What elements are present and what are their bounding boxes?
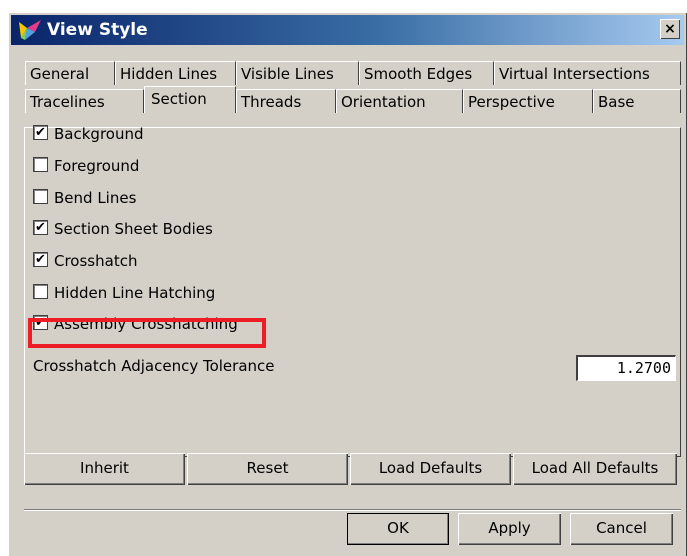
load-defaults-button[interactable]: Load Defaults	[350, 453, 511, 485]
apply-button[interactable]: Apply	[458, 513, 561, 545]
tolerance-label: Crosshatch Adjacency Tolerance	[33, 357, 275, 375]
tab-visible-lines[interactable]: Visible Lines	[236, 61, 359, 85]
checkbox-box[interactable]	[33, 189, 48, 204]
ok-button[interactable]: OK	[347, 513, 449, 545]
checkbox-box[interactable]: ✔	[33, 125, 48, 140]
reset-button[interactable]: Reset	[187, 453, 348, 485]
view-style-app-icon	[19, 20, 41, 40]
tab-section[interactable]: Section	[144, 86, 236, 113]
tab-base[interactable]: Base	[593, 89, 681, 113]
tab-orientation[interactable]: Orientation	[336, 89, 463, 113]
background-checkbox[interactable]: ✔ Background	[33, 124, 144, 146]
close-button[interactable]: ×	[660, 19, 680, 39]
tab-general[interactable]: General	[25, 61, 115, 85]
bend-lines-checkbox[interactable]: Bend Lines	[33, 188, 136, 210]
load-all-defaults-button[interactable]: Load All Defaults	[513, 453, 677, 485]
tab-tracelines[interactable]: Tracelines	[25, 89, 144, 113]
tolerance-input[interactable]: 1.2700	[576, 355, 676, 381]
assembly-crosshatching-checkbox[interactable]: ✔ Assembly Crosshatching	[33, 314, 238, 336]
window-title: View Style	[47, 20, 148, 40]
crosshatch-checkbox[interactable]: ✔ Crosshatch	[33, 251, 137, 273]
checkbox-box[interactable]	[33, 284, 48, 299]
checkbox-box[interactable]: ✔	[33, 220, 48, 235]
tab-hidden-lines[interactable]: Hidden Lines	[115, 61, 236, 85]
view-style-dialog: View Style × General Hidden Lines Visibl…	[8, 12, 687, 556]
checkbox-box[interactable]	[33, 157, 48, 172]
checkbox-box[interactable]: ✔	[33, 252, 48, 267]
tab-perspective[interactable]: Perspective	[463, 89, 593, 113]
tab-virtual-intersections[interactable]: Virtual Intersections	[494, 61, 681, 85]
checkbox-box[interactable]: ✔	[33, 315, 48, 330]
cancel-button[interactable]: Cancel	[570, 513, 673, 545]
title-bar[interactable]: View Style ×	[11, 15, 684, 45]
tab-threads[interactable]: Threads	[236, 89, 336, 113]
divider	[24, 509, 681, 511]
inherit-button[interactable]: Inherit	[24, 453, 185, 485]
close-icon: ×	[664, 21, 676, 37]
tab-smooth-edges[interactable]: Smooth Edges	[359, 61, 494, 85]
foreground-checkbox[interactable]: Foreground	[33, 156, 139, 178]
section-sheet-bodies-checkbox[interactable]: ✔ Section Sheet Bodies	[33, 219, 213, 241]
hidden-line-hatching-checkbox[interactable]: Hidden Line Hatching	[33, 283, 215, 305]
